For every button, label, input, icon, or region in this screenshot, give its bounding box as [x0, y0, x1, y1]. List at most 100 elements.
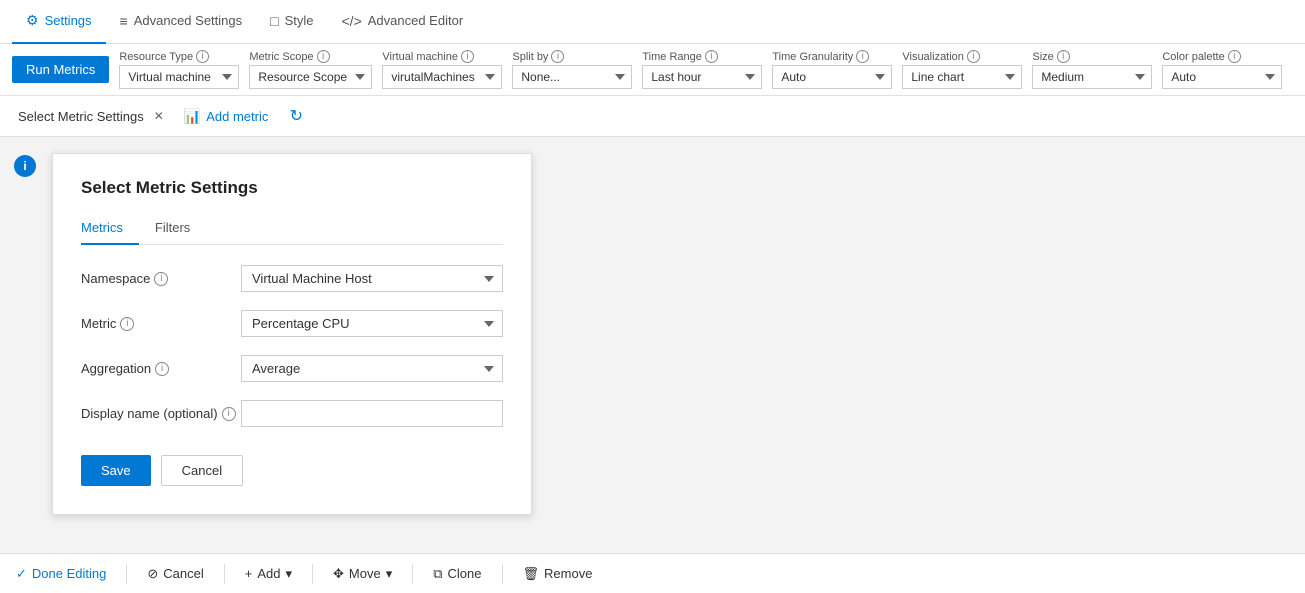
resource-type-info-icon[interactable]: i: [196, 50, 209, 63]
metric-scope-info-icon[interactable]: i: [317, 50, 330, 63]
divider-5: [502, 564, 503, 584]
add-metric-chart-icon: 📊: [184, 108, 201, 125]
divider-1: [126, 564, 127, 584]
color-palette-info-icon[interactable]: i: [1228, 50, 1241, 63]
tab-advanced-editor[interactable]: </> Advanced Editor: [328, 0, 478, 44]
divider-4: [412, 564, 413, 584]
metric-row: Metric i Percentage CPU: [81, 310, 503, 337]
tab-filters[interactable]: Filters: [155, 214, 206, 245]
toolbar: Run Metrics Resource Type i Virtual mach…: [0, 44, 1305, 96]
aggregation-select[interactable]: Average: [241, 355, 503, 382]
namespace-select[interactable]: Virtual Machine Host: [241, 265, 503, 292]
time-granularity-group: Time Granularity i Auto: [772, 50, 892, 89]
add-plus-icon: +: [245, 566, 253, 581]
visualization-select[interactable]: Line chart: [902, 65, 1022, 89]
save-button[interactable]: Save: [81, 455, 151, 486]
metric-info-icon[interactable]: i: [120, 317, 134, 331]
color-palette-label: Color palette i: [1162, 50, 1282, 63]
metric-scope-group: Metric Scope i Resource Scope: [249, 50, 372, 89]
tab-metrics[interactable]: Metrics: [81, 214, 139, 245]
divider-3: [312, 564, 313, 584]
resource-type-label: Resource Type i: [119, 50, 239, 63]
divider-2: [224, 564, 225, 584]
color-palette-select[interactable]: Auto: [1162, 65, 1282, 89]
move-button[interactable]: ✥ Move ▾: [333, 566, 392, 582]
add-label: Add: [257, 566, 280, 581]
settings-icon: ⚙: [26, 12, 39, 29]
move-chevron-icon: ▾: [386, 566, 393, 582]
panel-actions: Save Cancel: [81, 455, 503, 486]
panel-cancel-button[interactable]: Cancel: [161, 455, 243, 486]
clone-button[interactable]: ⧉ Clone: [433, 566, 481, 582]
add-metric-label: Add metric: [206, 109, 268, 124]
split-by-label: Split by i: [512, 50, 632, 63]
info-badge: i: [14, 155, 36, 177]
time-range-select[interactable]: Last hour: [642, 65, 762, 89]
metric-scope-select[interactable]: Resource Scope: [249, 65, 372, 89]
tab-advanced-editor-label: Advanced Editor: [368, 13, 463, 28]
refresh-icon: ↻: [290, 106, 303, 126]
filters-tab-label: Filters: [155, 220, 190, 235]
time-range-info-icon[interactable]: i: [705, 50, 718, 63]
aggregation-info-icon[interactable]: i: [155, 362, 169, 376]
add-metric-button[interactable]: 📊 Add metric: [184, 108, 269, 125]
metrics-tab-label: Metrics: [81, 220, 123, 235]
time-granularity-info-icon[interactable]: i: [856, 50, 869, 63]
namespace-label: Namespace i: [81, 271, 241, 286]
virtual-machine-label: Virtual machine i: [382, 50, 502, 63]
virtual-machine-info-icon[interactable]: i: [461, 50, 474, 63]
split-by-select[interactable]: None...: [512, 65, 632, 89]
select-metric-tab-label: Select Metric Settings: [18, 109, 144, 124]
done-editing-check-icon: ✓: [16, 566, 27, 582]
cancel-circle-icon: ⊘: [147, 566, 158, 582]
move-arrows-icon: ✥: [333, 566, 344, 582]
display-name-input[interactable]: [241, 400, 503, 427]
clone-icon: ⧉: [433, 566, 442, 582]
tab-settings-label: Settings: [45, 13, 92, 28]
tab-style[interactable]: □ Style: [256, 0, 327, 44]
add-chevron-icon: ▾: [285, 566, 292, 582]
done-editing-button[interactable]: ✓ Done Editing: [16, 566, 106, 582]
remove-trash-icon: 🗑: [523, 566, 540, 582]
visualization-label: Visualization i: [902, 50, 1022, 63]
metric-settings-panel: Select Metric Settings Metrics Filters N…: [52, 153, 532, 515]
namespace-info-icon[interactable]: i: [154, 272, 168, 286]
size-select[interactable]: Medium: [1032, 65, 1152, 89]
add-button[interactable]: + Add ▾: [245, 566, 292, 582]
content-area: i Select Metric Settings Metrics Filters…: [0, 137, 1305, 557]
resource-type-select[interactable]: Virtual machine: [119, 65, 239, 89]
metric-select[interactable]: Percentage CPU: [241, 310, 503, 337]
time-range-group: Time Range i Last hour: [642, 50, 762, 89]
visualization-group: Visualization i Line chart: [902, 50, 1022, 89]
size-label: Size i: [1032, 50, 1152, 63]
tab-advanced-settings[interactable]: ≡ Advanced Settings: [106, 0, 257, 44]
display-name-label: Display name (optional) i: [81, 406, 241, 421]
time-granularity-label: Time Granularity i: [772, 50, 892, 63]
time-granularity-select[interactable]: Auto: [772, 65, 892, 89]
top-tab-bar: ⚙ Settings ≡ Advanced Settings □ Style <…: [0, 0, 1305, 44]
refresh-button[interactable]: ↻: [282, 102, 310, 130]
display-name-info-icon[interactable]: i: [222, 407, 236, 421]
tab-settings[interactable]: ⚙ Settings: [12, 0, 106, 44]
panel-tabs: Metrics Filters: [81, 214, 503, 245]
cancel-label: Cancel: [163, 566, 203, 581]
virtual-machine-select[interactable]: virutalMachines: [382, 65, 502, 89]
color-palette-group: Color palette i Auto: [1162, 50, 1282, 89]
remove-label: Remove: [544, 566, 592, 581]
tab-advanced-settings-label: Advanced Settings: [134, 13, 242, 28]
remove-button[interactable]: 🗑 Remove: [523, 566, 593, 582]
select-metric-settings-tab[interactable]: Select Metric Settings ✕: [12, 107, 170, 126]
size-info-icon[interactable]: i: [1057, 50, 1070, 63]
aggregation-label: Aggregation i: [81, 361, 241, 376]
visualization-info-icon[interactable]: i: [967, 50, 980, 63]
split-by-info-icon[interactable]: i: [551, 50, 564, 63]
move-label: Move: [349, 566, 381, 581]
tab-style-label: Style: [285, 13, 314, 28]
run-metrics-button[interactable]: Run Metrics: [12, 56, 109, 83]
cancel-button[interactable]: ⊘ Cancel: [147, 566, 203, 582]
close-metric-tab-icon[interactable]: ✕: [154, 109, 164, 123]
clone-label: Clone: [448, 566, 482, 581]
namespace-row: Namespace i Virtual Machine Host: [81, 265, 503, 292]
size-group: Size i Medium: [1032, 50, 1152, 89]
time-range-label: Time Range i: [642, 50, 762, 63]
